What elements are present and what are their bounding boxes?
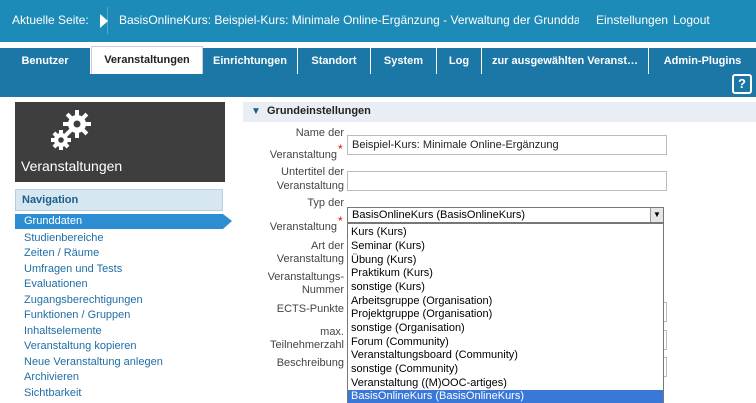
option-seminar[interactable]: Seminar (Kurs) bbox=[348, 240, 663, 253]
ects-label: ECTS-Punkte bbox=[276, 303, 344, 315]
option-arbeitsgruppe[interactable]: Arbeitsgruppe (Organisation) bbox=[348, 295, 663, 308]
option-basisonlinekurs[interactable]: BasisOnlineKurs (BasisOnlineKurs) bbox=[348, 390, 663, 403]
option-kurs[interactable]: Kurs (Kurs) bbox=[348, 226, 663, 239]
tab-standort[interactable]: Standort bbox=[298, 48, 371, 74]
section-title: Grundeinstellungen bbox=[267, 105, 371, 117]
sidebar-item-funktionen-gruppen[interactable]: Funktionen / Gruppen bbox=[15, 308, 231, 323]
sidebar-item-umfragen-tests[interactable]: Umfragen und Tests bbox=[15, 262, 231, 277]
current-page-label: Aktuelle Seite: bbox=[0, 7, 108, 34]
nummer-label-line2: Nummer bbox=[301, 284, 344, 296]
logout-link[interactable]: Logout bbox=[673, 7, 710, 34]
tab-log[interactable]: Log bbox=[437, 48, 482, 74]
sidebar-header-box: Veranstaltungen bbox=[15, 102, 225, 182]
sidebar-item-studienbereiche[interactable]: Studienbereiche bbox=[15, 231, 231, 246]
tab-benutzer[interactable]: Benutzer bbox=[0, 48, 91, 74]
typ-required-mark: * bbox=[338, 214, 343, 228]
option-veranstaltungsboard[interactable]: Veranstaltungsboard (Community) bbox=[348, 349, 663, 362]
sidebar-item-neue-veranstaltung[interactable]: Neue Veranstaltung anlegen bbox=[15, 355, 231, 370]
sidebar-item-evaluationen[interactable]: Evaluationen bbox=[15, 277, 231, 292]
option-mooc[interactable]: Veranstaltung ((M)OOC-artiges) bbox=[348, 377, 663, 390]
teilnehmer-label-line2: Teilnehmerzahl bbox=[270, 339, 344, 351]
option-sonstige-community[interactable]: sonstige (Community) bbox=[348, 363, 663, 376]
sidebar-item-zugangsberechtigungen[interactable]: Zugangsberechtigungen bbox=[15, 293, 231, 308]
breadcrumb-arrow-icon bbox=[100, 14, 108, 28]
current-page-title: BasisOnlineKurs: Beispiel-Kurs: Minimale… bbox=[119, 13, 579, 27]
page: { "topbar": { "current_label": "Aktuelle… bbox=[0, 0, 756, 403]
option-projektgruppe[interactable]: Projektgruppe (Organisation) bbox=[348, 308, 663, 321]
navigation-list: Grunddaten Studienbereiche Zeiten / Räum… bbox=[15, 212, 232, 403]
option-forum[interactable]: Forum (Community) bbox=[348, 336, 663, 349]
gears-icon bbox=[51, 110, 91, 150]
untertitel-label-line1: Untertitel der bbox=[281, 166, 344, 178]
sidebar-item-grunddaten[interactable]: Grunddaten bbox=[15, 214, 232, 229]
untertitel-field[interactable] bbox=[347, 171, 667, 191]
option-sonstige-organisation[interactable]: sonstige (Organisation) bbox=[348, 322, 663, 335]
art-label-line1: Art der bbox=[310, 240, 344, 252]
typ-label-line1: Typ der bbox=[307, 197, 344, 209]
option-uebung[interactable]: Übung (Kurs) bbox=[348, 254, 663, 267]
top-bar: Aktuelle Seite: BasisOnlineKurs: Beispie… bbox=[0, 0, 756, 42]
tab-einrichtungen[interactable]: Einrichtungen bbox=[203, 48, 298, 74]
beschreibung-label: Beschreibung bbox=[276, 357, 344, 369]
typ-select[interactable]: BasisOnlineKurs (BasisOnlineKurs) ▼ bbox=[347, 207, 664, 223]
chevron-down-icon: ▼ bbox=[251, 106, 261, 117]
option-praktikum[interactable]: Praktikum (Kurs) bbox=[348, 267, 663, 280]
untertitel-label-line2: Veranstaltung bbox=[276, 180, 344, 192]
name-field[interactable]: Beispiel-Kurs: Minimale Online-Ergänzung bbox=[347, 135, 667, 155]
sidebar-item-inhaltselemente[interactable]: Inhaltselemente bbox=[15, 324, 231, 339]
art-label-line2: Veranstaltung bbox=[276, 253, 344, 265]
sidebar-item-archivieren[interactable]: Archivieren bbox=[15, 370, 231, 385]
tab-system[interactable]: System bbox=[371, 48, 437, 74]
typ-dropdown-list: Kurs (Kurs) Seminar (Kurs) Übung (Kurs) … bbox=[347, 223, 664, 403]
main-tabs: Benutzer Veranstaltungen Einrichtungen S… bbox=[0, 42, 756, 74]
sidebar-item-veranstaltung-kopieren[interactable]: Veranstaltung kopieren bbox=[15, 339, 231, 354]
navigation-heading: Navigation bbox=[15, 189, 223, 211]
option-sonstige-kurs[interactable]: sonstige (Kurs) bbox=[348, 281, 663, 294]
typ-label-line2: Veranstaltung bbox=[269, 221, 337, 233]
teilnehmer-label-line1: max. bbox=[320, 326, 344, 338]
typ-select-value: BasisOnlineKurs (BasisOnlineKurs) bbox=[352, 209, 526, 221]
sidebar-title: Veranstaltungen bbox=[21, 158, 123, 174]
nummer-label-line1: Veranstaltungs- bbox=[267, 271, 344, 283]
help-icon[interactable]: ? bbox=[732, 74, 752, 94]
sidebar-item-zeiten-raeume[interactable]: Zeiten / Räume bbox=[15, 246, 231, 261]
name-label-line1: Name der bbox=[295, 127, 344, 139]
sidebar-item-sichtbarkeit[interactable]: Sichtbarkeit bbox=[15, 386, 231, 401]
name-label-line2: Veranstaltung bbox=[269, 149, 337, 161]
tab-veranstaltungen[interactable]: Veranstaltungen bbox=[91, 46, 203, 74]
sub-navigation-bar bbox=[0, 74, 756, 97]
section-grundeinstellungen[interactable]: ▼ Grundeinstellungen bbox=[243, 102, 756, 122]
name-required-mark: * bbox=[338, 142, 343, 156]
dropdown-arrow-icon[interactable]: ▼ bbox=[650, 208, 663, 222]
settings-link[interactable]: Einstellungen bbox=[596, 7, 668, 34]
tab-admin-plugins[interactable]: Admin-Plugins bbox=[649, 48, 756, 74]
tab-zur-ausgewaehlten-veranstaltung[interactable]: zur ausgewählten Veranst… bbox=[482, 48, 649, 74]
